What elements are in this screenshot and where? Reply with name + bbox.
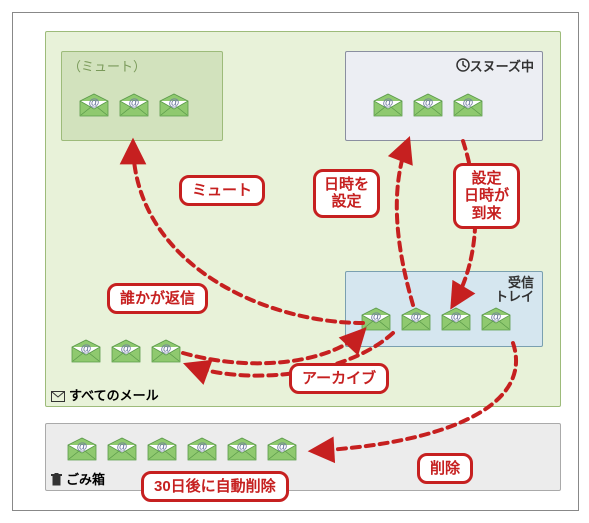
callout-delete: 削除 [417,453,473,484]
trash-mail-row: @ @ @ @ @ @ [67,437,297,461]
snooze-label-text: スヌーズ中 [470,59,534,74]
mail-at-icon: @ [413,93,443,117]
svg-text:@: @ [121,343,132,355]
svg-text:@: @ [277,441,288,453]
mail-at-icon: @ [119,93,149,117]
svg-text:@: @ [81,343,92,355]
inbox-mail-row: @ @ @ @ [361,307,511,331]
all-mail-label: すべてのメール [51,385,159,405]
mail-at-icon: @ [159,93,189,117]
trash-icon [51,473,62,489]
snooze-mail-row: @ @ @ [373,93,483,117]
svg-text:@: @ [451,311,462,323]
callout-someone-reply: 誰かが返信 [107,283,208,314]
envelope-icon [51,390,65,405]
mail-at-icon: @ [361,307,391,331]
svg-text:@: @ [423,97,434,109]
callout-datetime-arrive: 設定 日時が 到来 [453,163,520,229]
svg-text:@: @ [371,311,382,323]
svg-text:@: @ [157,441,168,453]
svg-text:@: @ [161,343,172,355]
mute-label: （ミュート） [68,56,146,75]
mail-at-icon: @ [401,307,431,331]
mute-mail-row: @ @ @ [79,93,189,117]
mail-at-icon: @ [151,339,181,363]
callout-auto-delete: 30日後に自動削除 [141,471,289,502]
svg-text:@: @ [169,97,180,109]
clock-icon [456,58,470,75]
svg-text:@: @ [197,441,208,453]
svg-text:@: @ [129,97,140,109]
trash-label: ごみ箱 [51,469,105,489]
snooze-label: スヌーズ中 [456,56,534,75]
mail-at-icon: @ [441,307,471,331]
svg-text:@: @ [89,97,100,109]
mail-at-icon: @ [453,93,483,117]
svg-text:@: @ [463,97,474,109]
svg-text:@: @ [77,441,88,453]
mail-at-icon: @ [267,437,297,461]
inbox-label: 受信 トレイ [495,276,534,305]
allmail-mail-row: @ @ @ [71,339,181,363]
diagram-frame: （ミュート） スヌーズ中 受信 トレイ すべてのメール ごみ箱 @@@ @@@ … [12,12,579,511]
callout-mute: ミュート [179,175,265,206]
mail-at-icon: @ [67,437,97,461]
mail-at-icon: @ [481,307,511,331]
svg-text:@: @ [383,97,394,109]
mail-at-icon: @ [147,437,177,461]
mail-at-icon: @ [79,93,109,117]
svg-text:@: @ [491,311,502,323]
svg-text:@: @ [411,311,422,323]
mail-at-icon: @ [107,437,137,461]
trash-label-text: ごみ箱 [66,472,105,487]
mail-at-icon: @ [111,339,141,363]
callout-set-datetime: 日時を 設定 [313,169,380,218]
all-mail-label-text: すべてのメール [69,388,159,403]
mail-at-icon: @ [187,437,217,461]
callout-archive: アーカイブ [289,363,389,394]
svg-text:@: @ [117,441,128,453]
svg-text:@: @ [237,441,248,453]
mail-at-icon: @ [373,93,403,117]
mail-at-icon: @ [227,437,257,461]
mail-at-icon: @ [71,339,101,363]
